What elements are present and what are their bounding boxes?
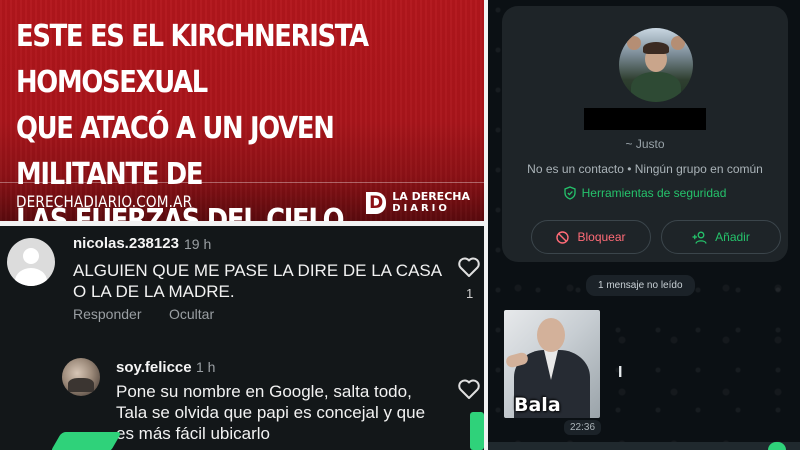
photo-head <box>537 318 565 352</box>
comment-username[interactable]: soy.felicce <box>116 359 192 376</box>
add-person-icon <box>692 231 707 244</box>
comment-time: 1 h <box>196 359 216 375</box>
image-message[interactable]: Bala <box>504 310 600 418</box>
message-timestamp: 22:36 <box>564 420 602 435</box>
banner-divider <box>0 182 484 183</box>
reply-button[interactable]: Responder <box>73 306 142 322</box>
headline-line-2: QUE ATACÓ A UN JOVEN MILITANTE DE <box>16 111 335 192</box>
like-count: 1 <box>466 286 474 301</box>
like-heart-icon[interactable] <box>457 256 481 278</box>
brand-wordmark: LA DERECHA DIARIO <box>392 190 470 214</box>
contact-info-text: No es un contacto • Ningún grupo en comú… <box>527 162 763 176</box>
message-input-bar[interactable] <box>488 442 800 450</box>
profile-photo-torso <box>631 72 681 102</box>
safety-tools-label: Herramientas de seguridad <box>581 186 727 200</box>
safety-tools-link[interactable]: Herramientas de seguridad <box>502 186 788 200</box>
news-banner: ESTE ES EL KIRCHNERISTA HOMOSEXUAL QUE A… <box>0 0 484 221</box>
comment-text: ALGUIEN QUE ME PASE LA DIRE DE LA CASA O… <box>73 261 442 301</box>
block-icon <box>556 230 570 244</box>
block-button[interactable]: Bloquear <box>531 220 651 254</box>
avatar[interactable] <box>62 358 100 396</box>
redacted-name-bar <box>584 108 706 130</box>
brand-logo: D LA DERECHA DIARIO <box>366 190 470 214</box>
profile-photo[interactable] <box>619 28 693 102</box>
text-cursor-icon: I <box>618 364 623 381</box>
unread-messages-pill: 1 mensaje no leído <box>586 275 695 296</box>
image-caption: Bala <box>514 394 561 416</box>
add-contact-label: Añadir <box>715 230 750 244</box>
brand-line-1: LA DERECHA <box>392 190 470 203</box>
hide-button[interactable]: Ocultar <box>169 306 214 322</box>
like-heart-icon[interactable] <box>457 378 481 400</box>
contact-nickname: ~ Justo <box>625 137 665 151</box>
profile-photo-hair <box>643 42 669 54</box>
avatar[interactable] <box>7 238 55 286</box>
site-url: DERECHADIARIO.COM.AR <box>16 192 193 211</box>
sticker-decoration <box>470 412 484 450</box>
comment-time: 19 h <box>184 236 212 252</box>
send-button[interactable] <box>768 442 786 450</box>
background-person <box>671 36 685 50</box>
comment-text: Pone su nombre en Google, salta todo, Ta… <box>116 382 426 443</box>
comment-username[interactable]: nicolas.238123 <box>73 235 179 252</box>
default-avatar-head <box>23 248 39 264</box>
sticker-decoration <box>50 432 122 450</box>
headline-line-1: ESTE ES EL KIRCHNERISTA HOMOSEXUAL <box>16 19 369 100</box>
chat-window: ~ Justo No es un contacto • Ningún grupo… <box>488 0 800 450</box>
contact-profile-card: ~ Justo No es un contacto • Ningún grupo… <box>502 6 788 262</box>
brand-mark-icon: D <box>366 192 387 214</box>
add-contact-button[interactable]: Añadir <box>661 220 781 254</box>
shield-check-icon <box>563 186 576 200</box>
brand-line-2: DIARIO <box>392 203 450 214</box>
default-avatar-body <box>15 268 47 286</box>
comments-section: nicolas.238123 19 h ALGUIEN QUE ME PASE … <box>0 226 484 450</box>
background-person <box>627 36 641 50</box>
banner-headline: ESTE ES EL KIRCHNERISTA HOMOSEXUAL QUE A… <box>16 14 420 221</box>
block-label: Bloquear <box>577 230 626 244</box>
